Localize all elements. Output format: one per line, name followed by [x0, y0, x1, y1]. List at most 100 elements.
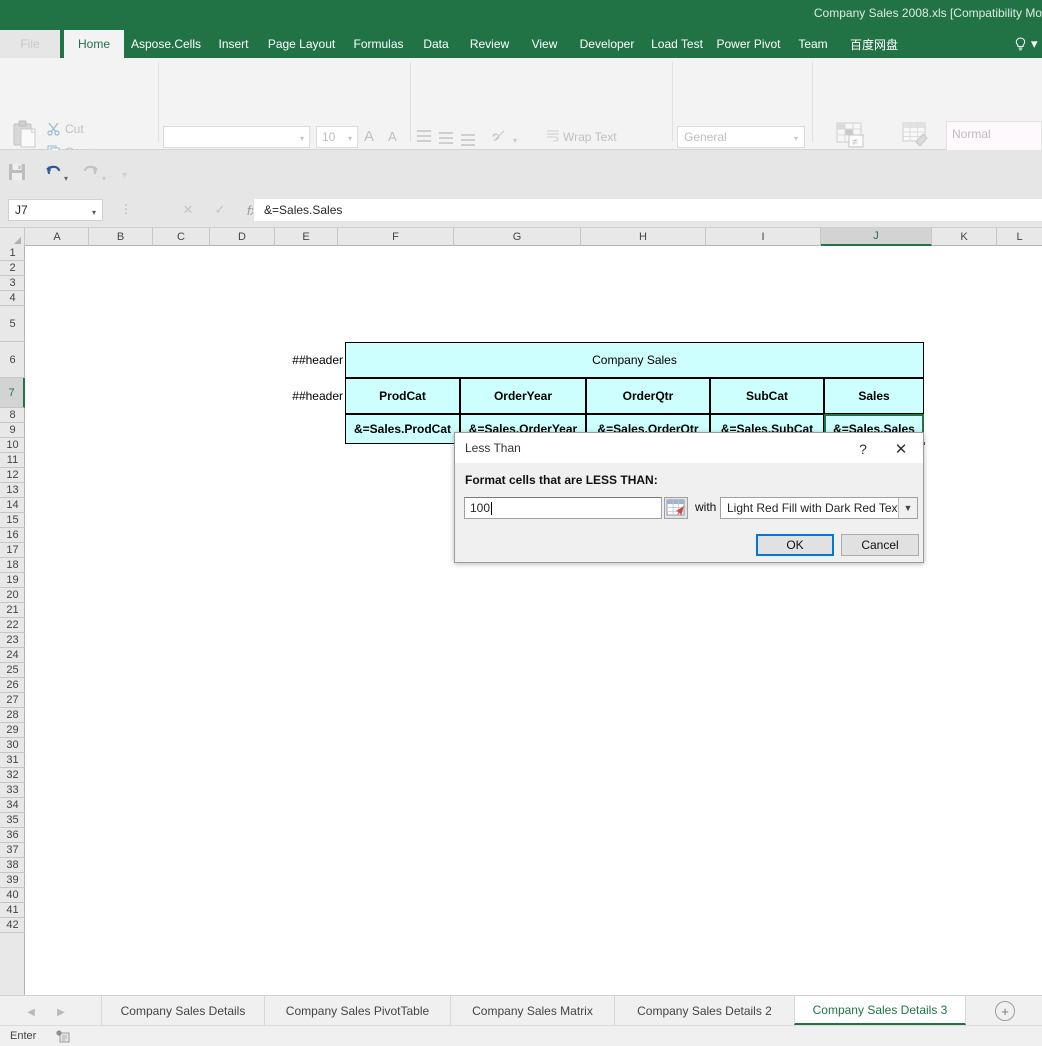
row-header-20[interactable]: 20	[0, 588, 25, 603]
close-icon[interactable]: ✕	[887, 439, 915, 459]
row-header-36[interactable]: 36	[0, 828, 25, 843]
sheet-cells-area[interactable]: ##header ##header Company Sales ProdCat Ord…	[25, 246, 1042, 995]
tab-developer[interactable]: Developer	[569, 30, 645, 58]
shrink-font-icon[interactable]: A	[388, 129, 397, 144]
wrap-text-label[interactable]: Wrap Text	[563, 130, 617, 144]
tab-data[interactable]: Data	[413, 30, 459, 58]
conditional-formatting-icon[interactable]: ≠	[836, 122, 866, 153]
row-header-7[interactable]: 7	[0, 378, 25, 408]
customize-qat-icon[interactable]: ▾	[122, 170, 127, 181]
tab-home[interactable]: Home	[64, 30, 124, 58]
sheet-tab-company-sales-details-2[interactable]: Company Sales Details 2	[614, 996, 794, 1025]
row-header-26[interactable]: 26	[0, 678, 25, 693]
tab-file[interactable]: File	[0, 30, 60, 58]
report-header-cell[interactable]: SubCat	[710, 378, 824, 414]
row-header-21[interactable]: 21	[0, 603, 25, 618]
row-header-5[interactable]: 5	[0, 306, 25, 342]
tab-team[interactable]: Team	[788, 30, 838, 58]
row-header-24[interactable]: 24	[0, 648, 25, 663]
sheet-tab-company-sales-matrix[interactable]: Company Sales Matrix	[450, 996, 614, 1025]
column-header-H[interactable]: H	[581, 228, 706, 246]
row-header-40[interactable]: 40	[0, 888, 25, 903]
undo-icon[interactable]	[44, 162, 62, 183]
confirm-icon[interactable]: ✓	[204, 199, 236, 221]
name-box[interactable]: J7 ▾	[8, 199, 103, 221]
sheet-tab-company-sales-details-3[interactable]: Company Sales Details 3	[794, 996, 966, 1025]
help-icon[interactable]: ?	[851, 439, 875, 459]
row-header-3[interactable]: 3	[0, 276, 25, 291]
report-header-cell[interactable]: ProdCat	[345, 378, 460, 414]
row-header-27[interactable]: 27	[0, 693, 25, 708]
row-header-34[interactable]: 34	[0, 798, 25, 813]
threshold-value-input[interactable]: 100	[464, 497, 662, 519]
undo-dropdown-icon[interactable]: ▾	[64, 174, 68, 183]
column-header-E[interactable]: E	[275, 228, 338, 246]
row-header-31[interactable]: 31	[0, 753, 25, 768]
grow-font-icon[interactable]: A	[364, 128, 374, 145]
row-header-29[interactable]: 29	[0, 723, 25, 738]
wrap-text-icon[interactable]	[546, 129, 560, 146]
row-header-10[interactable]: 10	[0, 438, 25, 453]
row-header-15[interactable]: 15	[0, 513, 25, 528]
font-size-dropdown-icon[interactable]: ▾	[348, 134, 352, 143]
cut-label[interactable]: Cut	[65, 122, 84, 136]
ok-button[interactable]: OK	[756, 534, 834, 556]
row-header-13[interactable]: 13	[0, 483, 25, 498]
font-name-dropdown-icon[interactable]: ▾	[300, 134, 304, 143]
tab-page-layout[interactable]: Page Layout	[259, 30, 344, 58]
row-header-6[interactable]: 6	[0, 342, 25, 378]
font-name-input[interactable]	[163, 126, 310, 148]
row-header-28[interactable]: 28	[0, 708, 25, 723]
row-header-41[interactable]: 41	[0, 903, 25, 918]
column-header-G[interactable]: G	[454, 228, 581, 246]
row-header-14[interactable]: 14	[0, 498, 25, 513]
row-header-17[interactable]: 17	[0, 543, 25, 558]
style-normal[interactable]: Normal	[952, 127, 991, 141]
prev-sheet-icon[interactable]: ◀	[22, 1004, 40, 1020]
scissors-icon[interactable]	[47, 122, 61, 139]
column-header-B[interactable]: B	[89, 228, 153, 246]
column-header-L[interactable]: L	[997, 228, 1042, 246]
row-header-42[interactable]: 42	[0, 918, 25, 933]
row-header-1[interactable]: 1	[0, 246, 25, 261]
row-header-8[interactable]: 8	[0, 408, 25, 423]
report-data-cell[interactable]: &=Sales.ProdCat	[345, 414, 460, 444]
row-header-38[interactable]: 38	[0, 858, 25, 873]
tab-[interactable]: 百度网盘	[838, 30, 910, 58]
tab-power-pivot[interactable]: Power Pivot	[709, 30, 788, 58]
tell-me-lightbulb-icon[interactable]: ▾	[1014, 30, 1038, 58]
row-header-12[interactable]: 12	[0, 468, 25, 483]
align-bottom-icon[interactable]	[461, 134, 475, 149]
column-header-K[interactable]: K	[932, 228, 997, 246]
record-macro-icon[interactable]	[56, 1030, 70, 1046]
formula-input[interactable]: &=Sales.Sales	[253, 199, 1042, 221]
row-header-37[interactable]: 37	[0, 843, 25, 858]
row-header-33[interactable]: 33	[0, 783, 25, 798]
next-sheet-icon[interactable]: ▶	[52, 1004, 70, 1020]
report-header-cell[interactable]: OrderYear	[460, 378, 586, 414]
number-format-select[interactable]: General	[677, 126, 805, 148]
redo-icon[interactable]	[82, 162, 100, 183]
cancel-icon[interactable]: ✕	[172, 199, 204, 221]
save-icon[interactable]	[8, 163, 26, 184]
row-header-2[interactable]: 2	[0, 261, 25, 276]
column-header-A[interactable]: A	[26, 228, 89, 246]
align-middle-icon[interactable]	[439, 132, 453, 147]
sheet-tab-company-sales-pivottable[interactable]: Company Sales PivotTable	[264, 996, 450, 1025]
row-header-35[interactable]: 35	[0, 813, 25, 828]
cancel-button[interactable]: Cancel	[841, 534, 919, 556]
orientation-dropdown-icon[interactable]: ▾	[513, 136, 517, 145]
row-header-18[interactable]: 18	[0, 558, 25, 573]
tab-view[interactable]: View	[520, 30, 569, 58]
row-header-22[interactable]: 22	[0, 618, 25, 633]
report-header-cell[interactable]: OrderQtr	[586, 378, 710, 414]
orientation-icon[interactable]: ➲	[489, 128, 508, 147]
row-header-16[interactable]: 16	[0, 528, 25, 543]
sheet-tab-company-sales-details[interactable]: Company Sales Details	[101, 996, 264, 1025]
row-header-25[interactable]: 25	[0, 663, 25, 678]
report-title-cell[interactable]: Company Sales	[345, 342, 924, 378]
row-header-32[interactable]: 32	[0, 768, 25, 783]
range-select-icon[interactable]	[664, 497, 688, 519]
paste-icon[interactable]	[12, 120, 38, 150]
align-top-icon[interactable]	[417, 130, 431, 145]
